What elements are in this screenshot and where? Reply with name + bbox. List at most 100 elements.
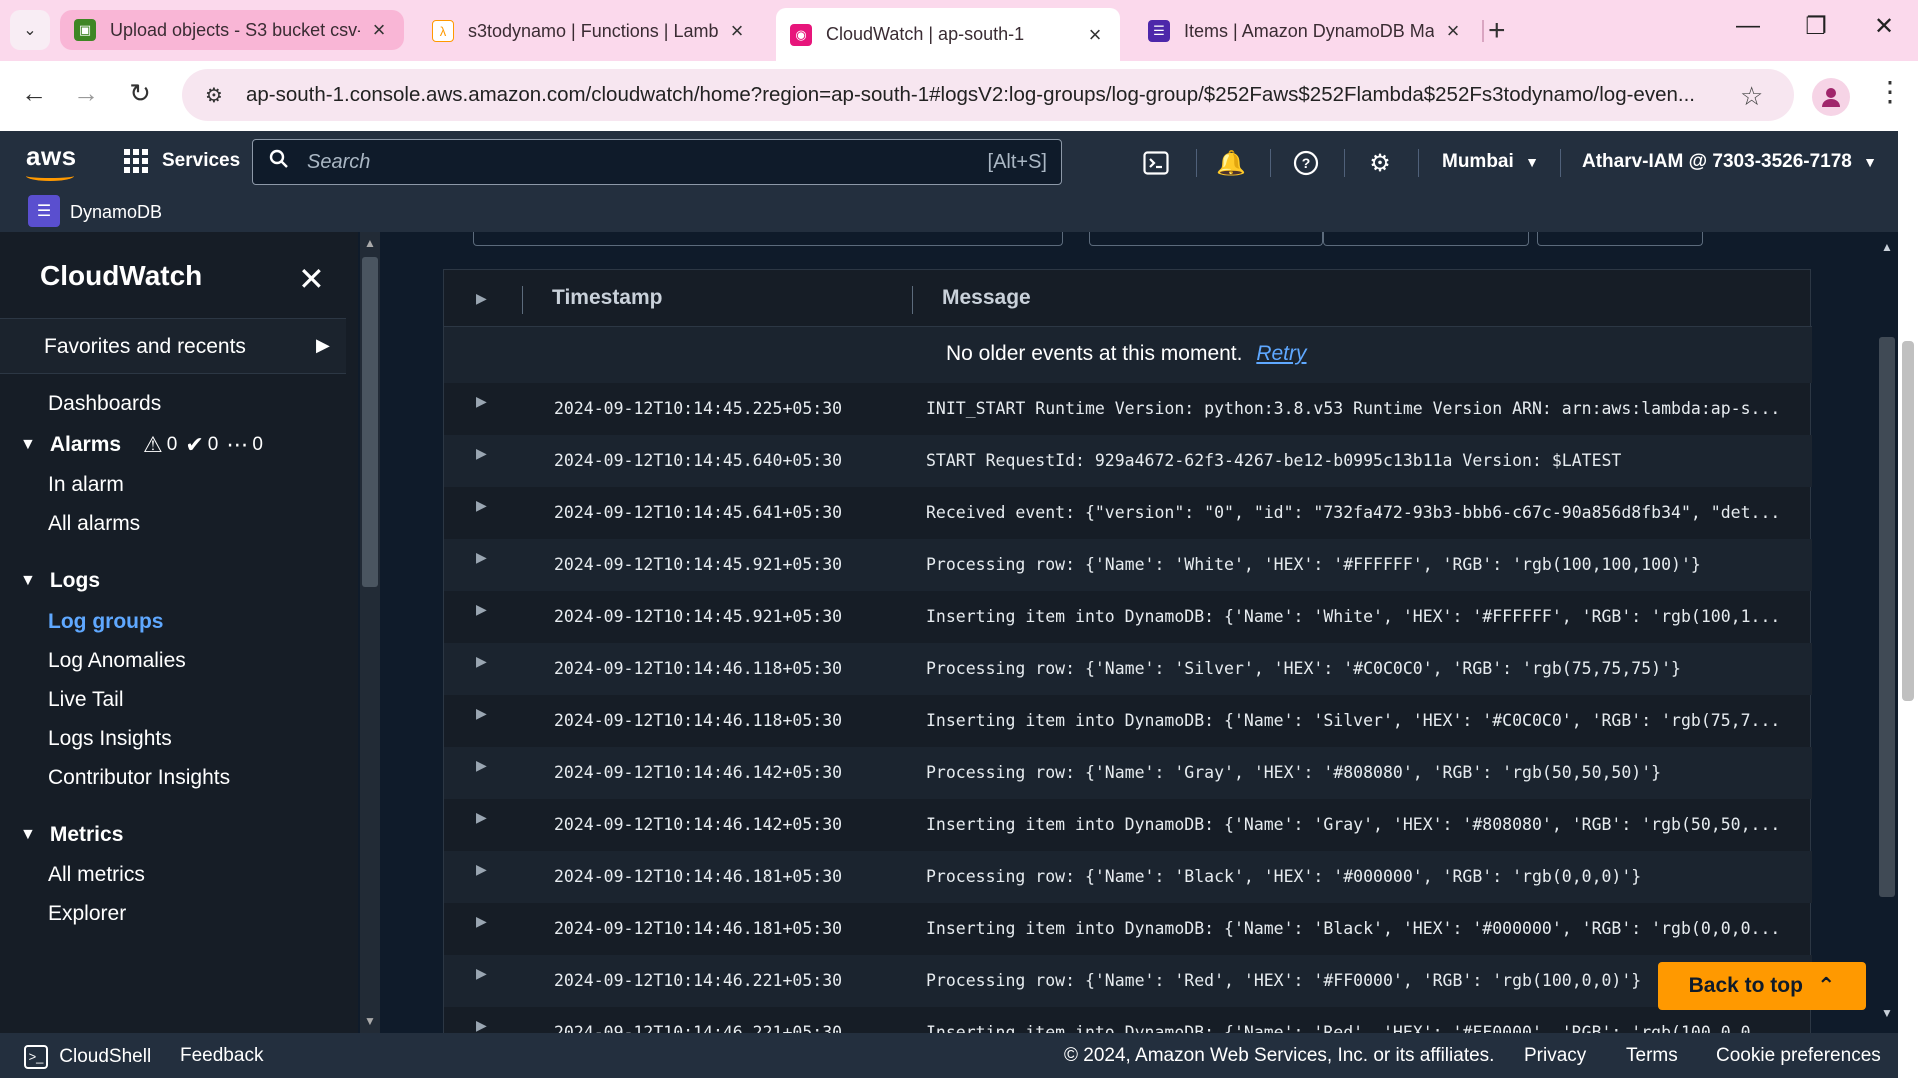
sidebar-scrollbar[interactable]: ▲ ▼ xyxy=(360,232,380,1033)
expand-row-icon[interactable]: ▶ xyxy=(476,705,487,722)
table-row[interactable]: ▶ 2024-09-12T10:14:46.118+05:30 Insertin… xyxy=(444,695,1812,747)
sidebar-item-explorer[interactable]: Explorer xyxy=(48,902,126,926)
content-scrollbar[interactable]: ▲ ▼ xyxy=(1876,232,1898,1033)
terms-link[interactable]: Terms xyxy=(1626,1045,1678,1067)
sidebar-item-dashboards[interactable]: Dashboards xyxy=(48,392,161,416)
table-row[interactable]: ▶ 2024-09-12T10:14:46.118+05:30 Processi… xyxy=(444,643,1812,695)
scroll-down-icon[interactable]: ▼ xyxy=(364,1014,376,1028)
scroll-up-icon[interactable]: ▲ xyxy=(364,236,376,250)
table-row[interactable]: ▶ 2024-09-12T10:14:46.142+05:30 Processi… xyxy=(444,747,1812,799)
tab-search-dropdown[interactable]: ⌄ xyxy=(10,10,50,50)
browser-tab-dynamodb[interactable]: ☰ Items | Amazon DynamoDB Ma × xyxy=(1134,10,1478,52)
minimize-icon[interactable]: — xyxy=(1730,12,1766,40)
services-menu-button[interactable]: Services xyxy=(124,149,240,173)
gear-icon[interactable]: ⚙ xyxy=(1362,145,1398,181)
scroll-down-icon[interactable]: ▼ xyxy=(1881,1006,1893,1020)
profile-avatar-icon[interactable] xyxy=(1812,78,1850,116)
table-row[interactable]: ▶ 2024-09-12T10:14:45.921+05:30 Processi… xyxy=(444,539,1812,591)
feedback-link[interactable]: Feedback xyxy=(180,1045,263,1067)
search-input[interactable] xyxy=(307,150,988,174)
browser-tab-cloudwatch[interactable]: ◉ CloudWatch | ap-south-1 × xyxy=(776,8,1120,61)
date-range-end[interactable] xyxy=(1323,232,1529,246)
back-arrow-icon[interactable]: ← xyxy=(16,78,52,109)
help-icon[interactable]: ? xyxy=(1288,145,1324,181)
table-row[interactable]: ▶ 2024-09-12T10:14:45.921+05:30 Insertin… xyxy=(444,591,1812,643)
display-options[interactable] xyxy=(1537,232,1703,246)
privacy-link[interactable]: Privacy xyxy=(1524,1045,1586,1067)
expand-row-icon[interactable]: ▶ xyxy=(476,1017,487,1033)
expand-row-icon[interactable]: ▶ xyxy=(476,393,487,410)
close-icon[interactable]: × xyxy=(726,18,748,44)
table-row[interactable]: ▶ 2024-09-12T10:14:45.225+05:30 INIT_STA… xyxy=(444,383,1812,435)
sidebar-section-alarms[interactable]: ▼ Alarms ⚠ 0 ✔ 0 ⋯ 0 xyxy=(20,432,263,458)
sidebar-item-log-groups[interactable]: Log groups xyxy=(48,610,163,634)
sidebar-item-in-alarm[interactable]: In alarm xyxy=(48,473,124,497)
reload-icon[interactable]: ↻ xyxy=(122,78,158,109)
expand-row-icon[interactable]: ▶ xyxy=(476,497,487,514)
close-icon[interactable]: × xyxy=(368,17,390,43)
expand-row-icon[interactable]: ▶ xyxy=(476,653,487,670)
expand-row-icon[interactable]: ▶ xyxy=(476,861,487,878)
table-row[interactable]: ▶ 2024-09-12T10:14:46.181+05:30 Insertin… xyxy=(444,903,1812,955)
browser-tab-lambda[interactable]: λ s3todynamo | Functions | Lamb × xyxy=(418,10,762,52)
favorites-and-recents[interactable]: Favorites and recents ▶ xyxy=(0,318,346,374)
browser-menu-icon[interactable]: ⋮ xyxy=(1876,75,1904,108)
scrollbar-thumb[interactable] xyxy=(1879,337,1895,897)
table-row[interactable]: ▶ 2024-09-12T10:14:46.142+05:30 Insertin… xyxy=(444,799,1812,851)
close-icon[interactable]: × xyxy=(1084,22,1106,48)
browser-tab-s3[interactable]: ▣ Upload objects - S3 bucket csv- × xyxy=(60,10,404,50)
sidebar-item-all-alarms[interactable]: All alarms xyxy=(48,512,140,536)
bell-icon[interactable]: 🔔 xyxy=(1213,145,1249,181)
table-row[interactable]: ▶ 2024-09-12T10:14:45.640+05:30 START Re… xyxy=(444,435,1812,487)
table-row[interactable]: ▶ 2024-09-12T10:14:46.221+05:30 Insertin… xyxy=(444,1007,1812,1033)
url-text[interactable]: ap-south-1.console.aws.amazon.com/cloudw… xyxy=(246,83,1736,107)
restore-icon[interactable]: ❐ xyxy=(1798,12,1834,41)
page-scrollbar[interactable] xyxy=(1898,131,1918,1078)
window-close-icon[interactable]: ✕ xyxy=(1866,12,1902,41)
aws-logo[interactable]: aws xyxy=(26,141,77,172)
address-bar[interactable]: ⚙ ap-south-1.console.aws.amazon.com/clou… xyxy=(182,69,1794,121)
favorite-service-link[interactable]: DynamoDB xyxy=(70,202,162,223)
account-menu[interactable]: Atharv-IAM @ 7303-3526-7178 ▼ xyxy=(1582,151,1877,173)
site-settings-icon[interactable]: ⚙ xyxy=(196,83,232,108)
sidebar-item-contributor-insights[interactable]: Contributor Insights xyxy=(48,766,230,790)
console-search[interactable]: [Alt+S] xyxy=(252,139,1062,185)
expand-row-icon[interactable]: ▶ xyxy=(476,445,487,462)
back-to-top-button[interactable]: Back to top ⌃ xyxy=(1658,962,1866,1010)
sidebar-item-live-tail[interactable]: Live Tail xyxy=(48,688,124,712)
forward-arrow-icon[interactable]: → xyxy=(68,78,104,109)
table-row[interactable]: ▶ 2024-09-12T10:14:45.641+05:30 Received… xyxy=(444,487,1812,539)
expand-row-icon[interactable]: ▶ xyxy=(476,549,487,566)
scrollbar-thumb[interactable] xyxy=(362,257,378,587)
close-icon[interactable]: × xyxy=(1442,18,1464,44)
bookmark-star-icon[interactable]: ☆ xyxy=(1740,81,1763,112)
sidebar-item-all-metrics[interactable]: All metrics xyxy=(48,863,145,887)
sidebar-section-logs[interactable]: ▼ Logs xyxy=(20,569,100,593)
dynamodb-service-icon[interactable]: ☰ xyxy=(28,195,60,227)
scrollbar-thumb[interactable] xyxy=(1902,341,1914,701)
expand-row-icon[interactable]: ▶ xyxy=(476,809,487,826)
expand-row-icon[interactable]: ▶ xyxy=(476,913,487,930)
table-row[interactable]: ▶ 2024-09-12T10:14:46.181+05:30 Processi… xyxy=(444,851,1812,903)
expand-all-icon[interactable]: ▶ xyxy=(476,290,487,307)
column-header-timestamp[interactable]: Timestamp xyxy=(552,286,663,310)
sidebar-section-metrics[interactable]: ▼ Metrics xyxy=(20,823,123,847)
sidebar-item-logs-insights[interactable]: Logs Insights xyxy=(48,727,172,751)
retry-link[interactable]: Retry xyxy=(1256,342,1306,365)
filter-events-input[interactable] xyxy=(473,232,1063,246)
cloudshell-button[interactable]: >_ CloudShell xyxy=(24,1045,151,1069)
region-selector[interactable]: Mumbai ▼ xyxy=(1442,151,1539,173)
new-tab-plus-icon[interactable]: + xyxy=(1488,14,1506,48)
expand-row-icon[interactable]: ▶ xyxy=(476,757,487,774)
table-row[interactable]: ▶ 2024-09-12T10:14:46.221+05:30 Processi… xyxy=(444,955,1812,1007)
expand-row-icon[interactable]: ▶ xyxy=(476,965,487,982)
close-icon[interactable]: ✕ xyxy=(298,260,325,298)
date-range-start[interactable] xyxy=(1089,232,1323,246)
scroll-up-icon[interactable]: ▲ xyxy=(1881,240,1893,254)
sidebar-item-log-anomalies[interactable]: Log Anomalies xyxy=(48,649,186,673)
cookie-preferences-link[interactable]: Cookie preferences xyxy=(1716,1045,1881,1067)
cloudshell-icon[interactable] xyxy=(1138,145,1174,181)
column-header-message[interactable]: Message xyxy=(942,286,1031,310)
row-message: Processing row: {'Name': 'Silver', 'HEX'… xyxy=(926,659,1681,678)
expand-row-icon[interactable]: ▶ xyxy=(476,601,487,618)
